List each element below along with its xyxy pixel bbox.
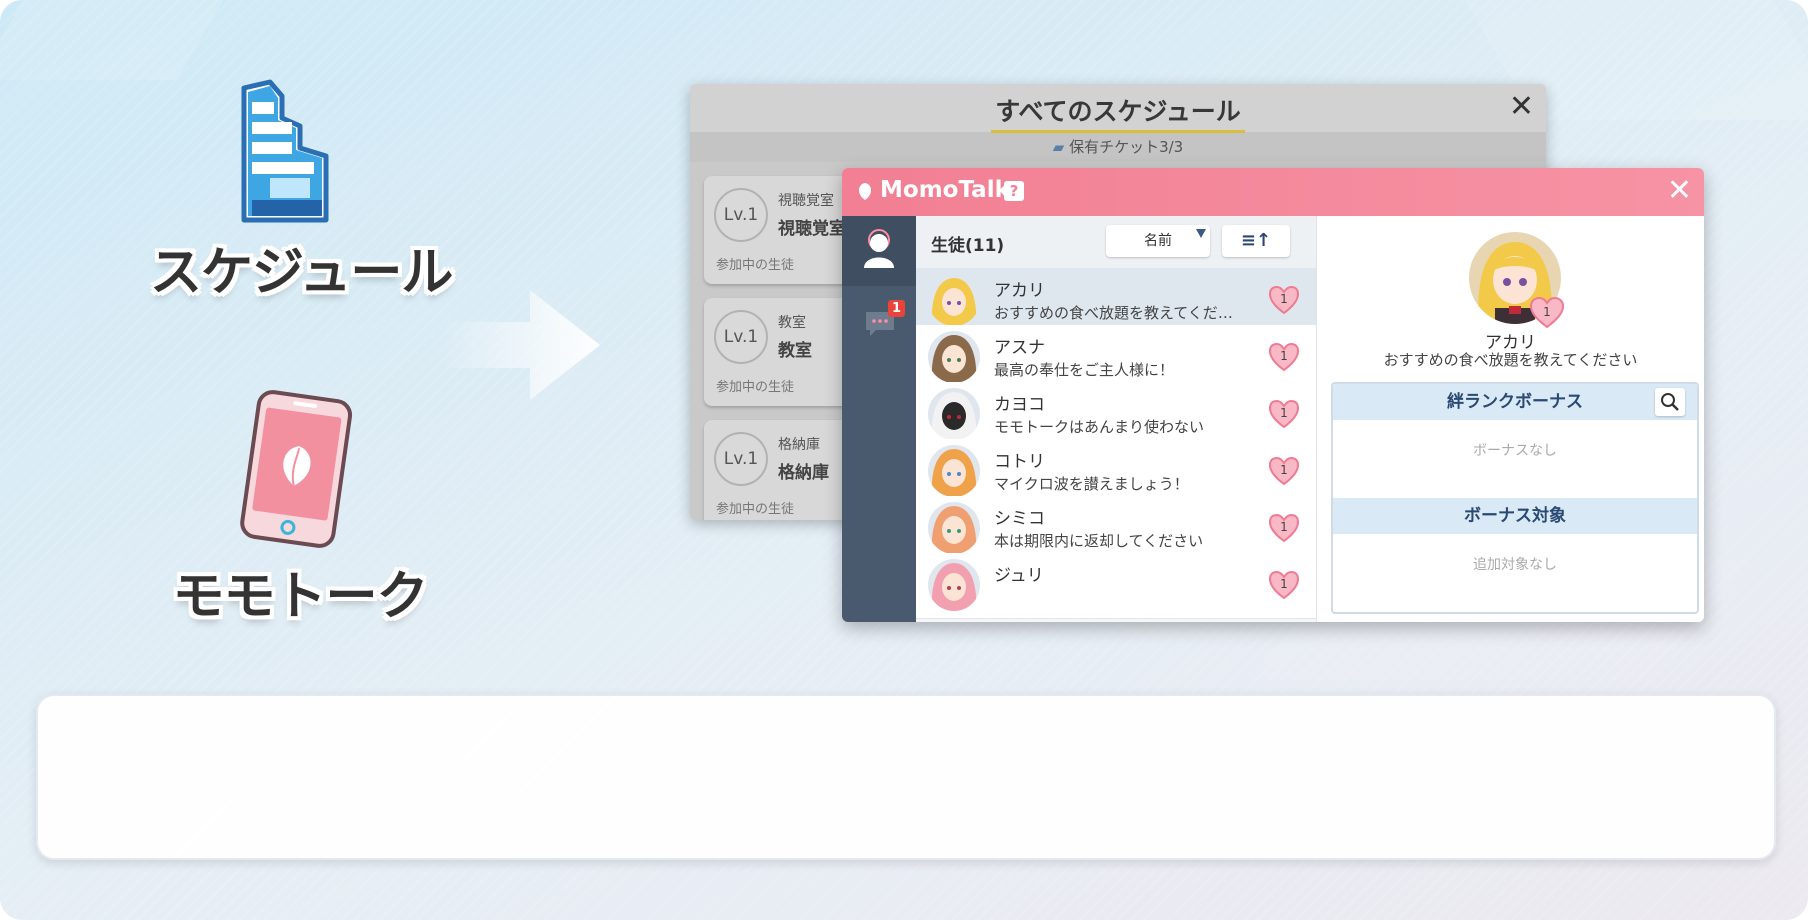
level-badge: Lv.1 xyxy=(714,188,768,242)
student-name: シミコ xyxy=(994,509,1045,529)
schedule-label: スケジュール xyxy=(150,243,453,303)
ticket-count: ▰ 保有チケット3/3 xyxy=(690,132,1546,162)
student-status-message: おすすめの食べ放題を教えてください xyxy=(1383,351,1638,369)
location-name: 教室 xyxy=(778,341,812,361)
schedule-feature[interactable]: スケジュール xyxy=(150,78,453,305)
momotalk-title: MomoTalk xyxy=(880,177,1010,203)
student-count: 生徒(11) xyxy=(931,236,1005,256)
momotalk-sidebar: 1 xyxy=(842,216,916,622)
avatar xyxy=(928,559,980,611)
ticket-icon: ▰ xyxy=(1052,138,1065,156)
bond-level: 1 xyxy=(1280,520,1288,534)
location-sub: 視聴覚室 xyxy=(778,193,834,209)
last-message: おすすめの食べ放題を教えてくださいね xyxy=(994,304,1234,322)
heart-icon: 1 xyxy=(1268,456,1300,486)
avatar xyxy=(928,331,980,383)
last-message: 本は期限内に返却してください xyxy=(994,532,1204,550)
bond-level: 1 xyxy=(1543,305,1551,319)
avatar xyxy=(928,388,980,440)
unread-badge: 1 xyxy=(888,300,905,317)
location-sub: 教室 xyxy=(778,315,806,331)
level-badge: Lv.1 xyxy=(714,432,768,486)
heart-icon: 1 xyxy=(1268,342,1300,372)
student-name: コトリ xyxy=(994,452,1045,472)
avatar xyxy=(928,274,980,326)
search-icon xyxy=(1661,393,1679,411)
heart-icon: 1 xyxy=(1268,399,1300,429)
heart-icon: 1 xyxy=(1268,513,1300,543)
bond-bonus-header: 絆ランクボーナス xyxy=(1333,384,1697,420)
avatar xyxy=(928,445,980,497)
close-icon[interactable]: ✕ xyxy=(1667,176,1692,206)
momotalk-window: MomoTalk ? ✕ 1 生徒(11) 名前 ≡↑ アカリ おすすめの食べ放… xyxy=(842,168,1704,622)
bond-bonus-value: ボーナスなし xyxy=(1473,443,1557,459)
bonus-target-value: 追加対象なし xyxy=(1473,557,1557,573)
bond-bonus-title: 絆ランクボーナス xyxy=(1447,392,1583,412)
bonus-target-header: ボーナス対象 xyxy=(1333,498,1697,534)
bond-level: 1 xyxy=(1280,406,1288,420)
momotalk-feature[interactable]: モモトーク xyxy=(150,390,450,629)
smartphone-icon xyxy=(240,390,353,548)
bond-level: 1 xyxy=(1280,292,1288,306)
schedule-header: すべてのスケジュール ✕ xyxy=(690,84,1546,133)
momotalk-label: モモトーク xyxy=(172,567,428,627)
sort-by-button[interactable]: 名前 xyxy=(1106,225,1210,257)
heart-icon: 1 xyxy=(1268,285,1300,315)
momotalk-header: MomoTalk ? ✕ xyxy=(842,168,1704,216)
list-header: 生徒(11) 名前 ≡↑ xyxy=(916,216,1316,268)
close-icon[interactable]: ✕ xyxy=(1509,92,1534,122)
student-name: ジュリ xyxy=(994,566,1044,586)
heart-icon: 1 xyxy=(1268,570,1300,600)
last-message: マイクロ波を讃えましょう！ xyxy=(994,475,1189,493)
student-name: アカリ xyxy=(994,281,1045,301)
heart-icon: 1 xyxy=(1529,296,1565,329)
schedule-card[interactable]: Lv.1 視聴覚室 視聴覚室 参加中の生徒 xyxy=(704,176,854,284)
bond-level: 1 xyxy=(1280,577,1288,591)
sort-direction-button[interactable]: ≡↑ xyxy=(1222,225,1290,257)
student-name: アスナ xyxy=(994,338,1045,358)
schedule-title: すべてのスケジュール xyxy=(991,92,1245,133)
dialog-box[interactable] xyxy=(36,694,1776,860)
schedule-card[interactable]: Lv.1 格納庫 格納庫 参加中の生徒 xyxy=(704,420,854,520)
location-sub: 格納庫 xyxy=(778,437,820,453)
location-name: 視聴覚室 xyxy=(778,219,846,239)
student-detail: 1 アカリ おすすめの食べ放題を教えてください 絆ランクボーナス ボーナスなし … xyxy=(1316,216,1704,622)
game-screen: スケジュール モモトーク すべてのスケジュール ✕ ▰ 保有チケット3/3 Lv… xyxy=(0,0,1808,920)
background-shard xyxy=(0,0,224,80)
student-list: 生徒(11) 名前 ≡↑ アカリおすすめの食べ放題を教えてくださいね 1 アスナ最高… xyxy=(916,216,1316,622)
student-icon xyxy=(864,229,894,268)
bonus-search-button[interactable] xyxy=(1655,388,1685,416)
last-message: 最高の奉仕をご主人様に！ xyxy=(994,361,1175,379)
arrow-right-icon xyxy=(440,290,600,400)
bond-level: 1 xyxy=(1280,349,1288,363)
building-icon xyxy=(241,79,329,223)
bond-level: 1 xyxy=(1280,463,1288,477)
tab-students[interactable] xyxy=(842,216,916,286)
last-message: モモトークはあんまり使わない xyxy=(994,418,1205,436)
participants-label: 参加中の生徒 xyxy=(716,258,795,273)
peach-icon xyxy=(858,183,872,200)
location-name: 格納庫 xyxy=(778,463,829,483)
student-row[interactable]: ジュリ 1 xyxy=(916,553,1316,619)
participants-label: 参加中の生徒 xyxy=(716,502,795,517)
schedule-card[interactable]: Lv.1 教室 教室 参加中の生徒 xyxy=(704,298,854,406)
student-name: カヨコ xyxy=(994,395,1045,415)
avatar xyxy=(928,502,980,554)
ticket-label: 保有チケット3/3 xyxy=(1069,138,1184,156)
bonus-panel: 絆ランクボーナス ボーナスなし ボーナス対象 追加対象なし xyxy=(1331,382,1699,614)
help-button[interactable]: ? xyxy=(1004,181,1024,201)
level-badge: Lv.1 xyxy=(714,310,768,364)
participants-label: 参加中の生徒 xyxy=(716,380,795,395)
